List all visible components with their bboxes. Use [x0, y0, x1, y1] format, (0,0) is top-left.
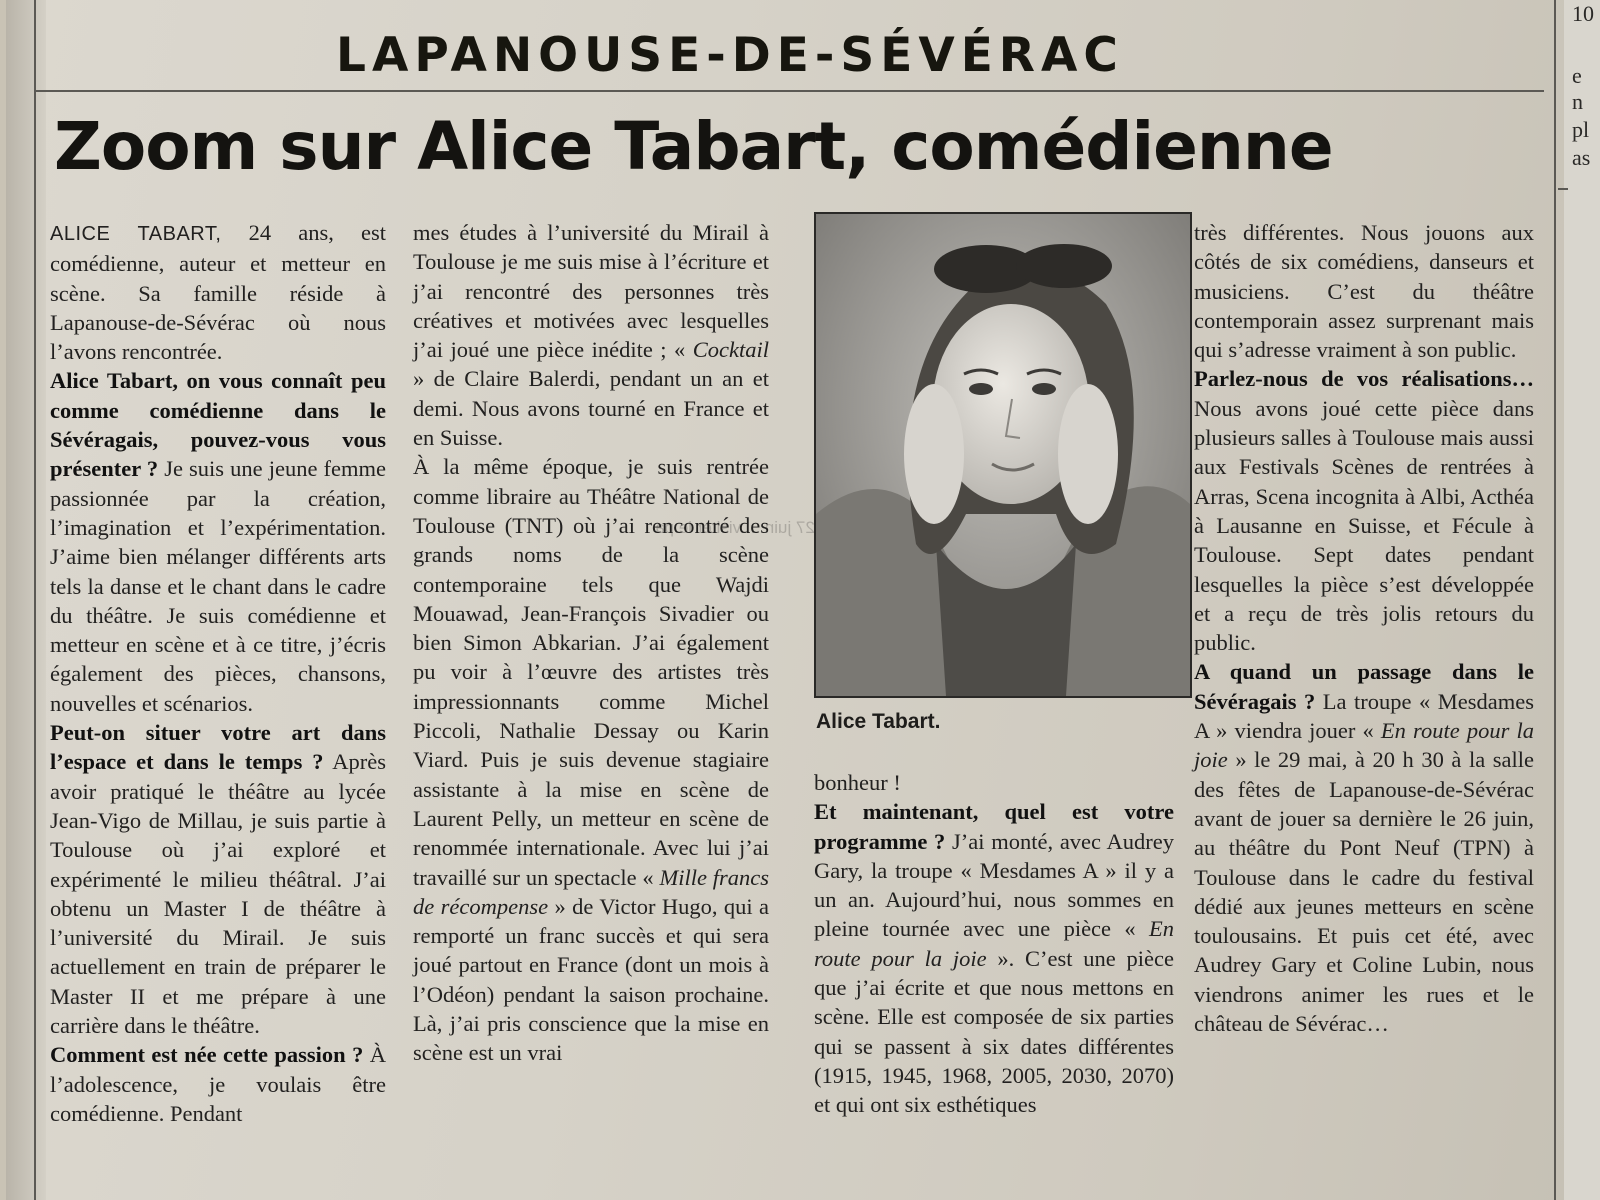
photo-caption: Alice Tabart.	[816, 710, 941, 733]
kicker-rule	[34, 90, 1544, 92]
answer: ». C’est une pièce que j’ai écrite et qu…	[814, 945, 1174, 1118]
body-text: » de Victor Hugo, qui a remporté un fran…	[413, 893, 769, 1066]
portrait-photo	[814, 212, 1192, 698]
answer: Après avoir pratiqué le théâtre au lycée…	[50, 749, 387, 1039]
qa-paragraph: Alice Tabart, on vous connaît peu comme …	[50, 366, 386, 718]
article-column-1: ALICE TABART, 24 ans, est comédienne, au…	[50, 218, 386, 1128]
fragment-line: as	[1572, 145, 1591, 170]
article-kicker: LAPANOUSE-DE-SÉVÉRAC	[336, 28, 1124, 83]
qa-paragraph: Peut-on situer votre art dans l’espace e…	[50, 718, 386, 1040]
fragment-line: 10	[1572, 1, 1594, 26]
qa-paragraph: Comment est née cette passion ? À l’adol…	[50, 1040, 386, 1128]
qa-paragraph: Et maintenant, quel est votre programme …	[814, 797, 1174, 1119]
fragment-line: pl	[1572, 117, 1590, 142]
answer: Je suis une jeune femme passionnée par l…	[50, 456, 386, 716]
qa-paragraph: Parlez-nous de vos réalisations… Nous av…	[1194, 364, 1534, 657]
body-paragraph: très différentes. Nous jouons aux côtés …	[1194, 220, 1534, 363]
question: Parlez-nous de vos réalisations…	[1194, 366, 1534, 392]
body-text: » de Claire Balerdi, pendant un an et de…	[413, 366, 769, 451]
answer: » le 29 mai, à 20 h 30 à la salle des fê…	[1194, 747, 1534, 1037]
body-paragraph: À la même époque, je suis rentrée comme …	[413, 452, 769, 1067]
intro-paragraph: ALICE TABART, 24 ans, est comédienne, au…	[50, 218, 386, 366]
body-paragraph: bonheur !	[814, 770, 901, 795]
newspaper-page: 10 e n pl as LAPANOUSE-DE-SÉVÉRAC Zoom s…	[6, 0, 1600, 1200]
play-title: Cocktail	[692, 337, 769, 363]
article-column-2: mes études à l’université du Mirail à To…	[413, 218, 769, 1068]
fragment-line: e	[1572, 63, 1582, 88]
article-column-4: très différentes. Nous jouons aux côtés …	[1194, 218, 1534, 1038]
adjacent-column-fragment: 10 e n pl as	[1564, 0, 1600, 1200]
body-paragraph: mes études à l’université du Mirail à To…	[413, 218, 769, 452]
portrait-illustration	[816, 214, 1190, 696]
intro-lead: ALICE TABART,	[50, 223, 222, 245]
side-rule	[1558, 188, 1568, 190]
question: Comment est née cette passion ?	[50, 1042, 364, 1068]
article-headline: Zoom sur Alice Tabart, comédienne	[54, 108, 1334, 185]
page-fold-shadow	[6, 0, 46, 1200]
left-column-rule	[34, 0, 36, 1200]
answer: Nous avons joué cette pièce dans plusieu…	[1194, 395, 1534, 656]
qa-paragraph: A quand un passage dans le Sévéragais ? …	[1194, 657, 1534, 1038]
right-column-rule	[1554, 0, 1556, 1200]
article-column-3: bonheur ! Et maintenant, quel est votre …	[814, 768, 1174, 1120]
body-text: À la même époque, je suis rentrée comme …	[413, 454, 769, 890]
fragment-line: n	[1572, 89, 1583, 114]
